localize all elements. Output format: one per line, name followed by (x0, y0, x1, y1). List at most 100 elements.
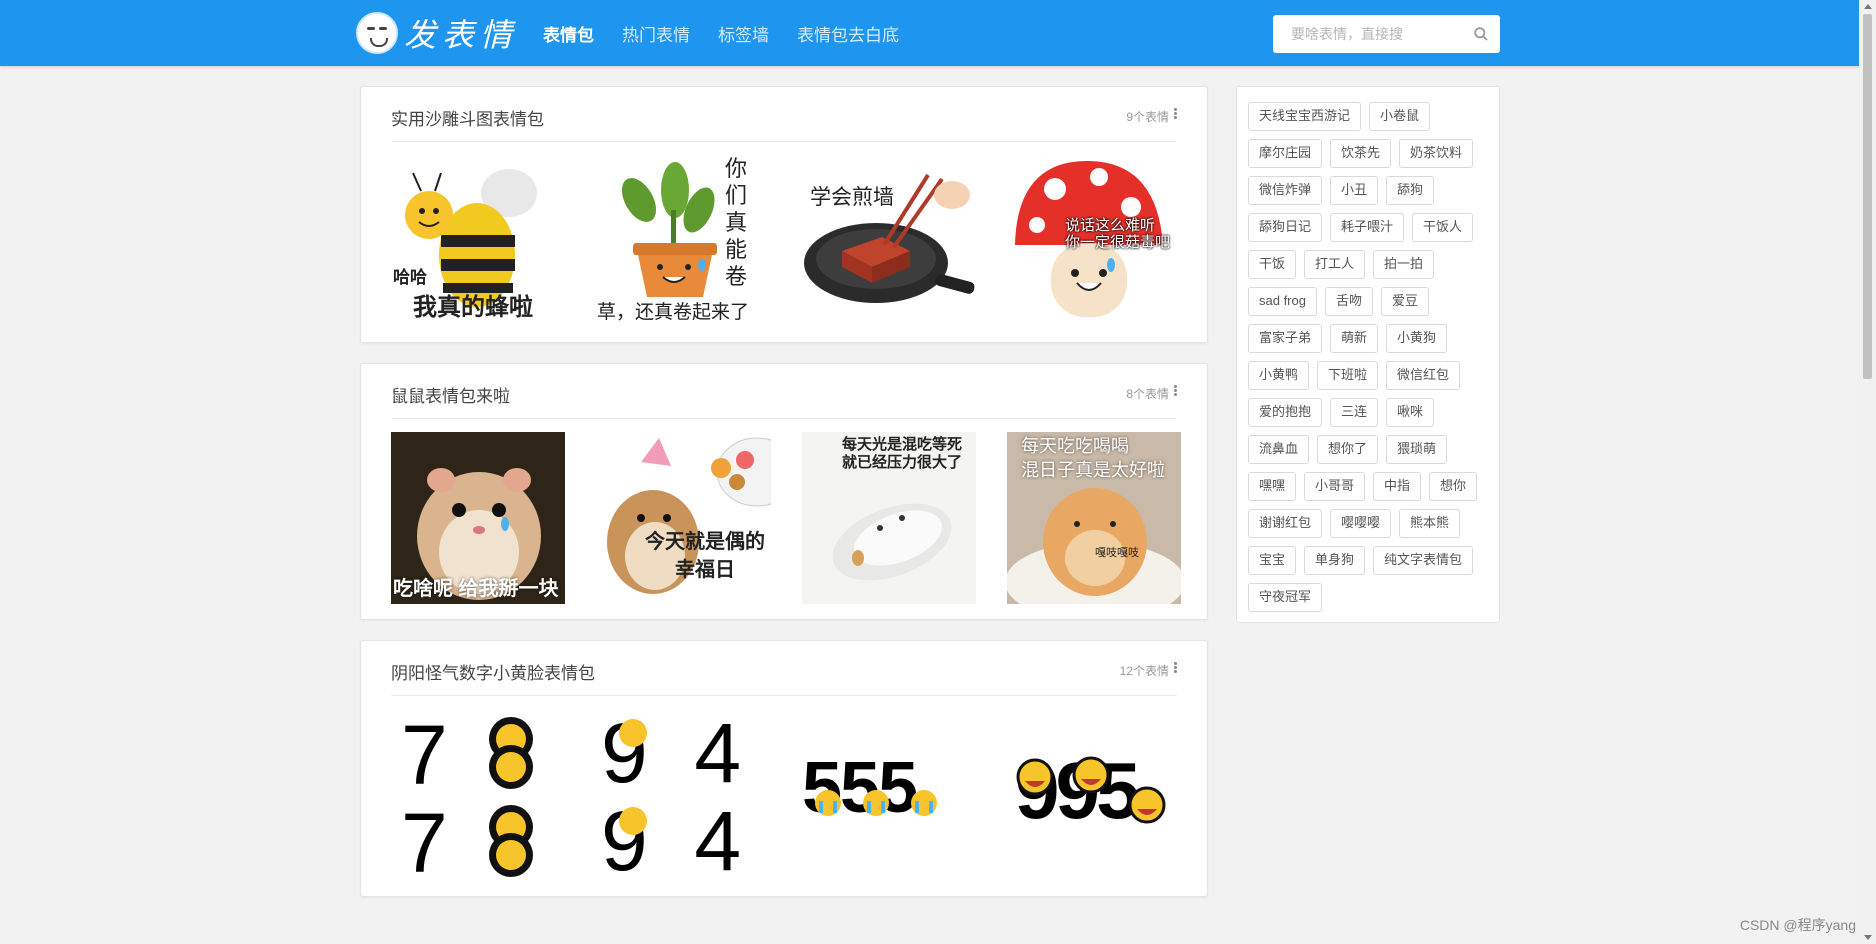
sticker-thumbnail[interactable]: 你们真能卷 草，还真卷起来了 (597, 155, 771, 327)
caption: 我真的蜂啦 (413, 294, 533, 321)
nav-item-hot[interactable]: 热门表情 (622, 21, 690, 46)
logo-text: 发表情 (404, 16, 519, 54)
tag-item[interactable]: 舌吻 (1324, 287, 1373, 316)
tag-item[interactable]: 下班啦 (1317, 361, 1379, 390)
sticker-thumbnail[interactable]: 每天吃吃喝喝 混日子真是太好啦 嘎吱嘎吱 (1007, 432, 1181, 604)
tag-item[interactable]: 熊本熊 (1399, 509, 1461, 538)
top-navbar: 发表情 表情包 热门表情 标签墙 表情包去白底 (0, 0, 1876, 66)
tag-item[interactable]: 想你了 (1317, 435, 1379, 464)
tag-item[interactable]: 富家子弟 (1248, 324, 1323, 353)
sticker-thumbnail[interactable]: 今天就是偶的 幸福日 (597, 432, 771, 604)
sticker-thumbnail[interactable]: 77 (391, 709, 565, 881)
site-logo[interactable]: 发表情 (356, 11, 518, 55)
search-box (1273, 15, 1500, 53)
album-title[interactable]: 阴阳怪气数字小黄脸表情包 (391, 659, 595, 684)
tag-item[interactable]: 嘿嘿 (1248, 472, 1297, 501)
sticker-thumbnail[interactable]: 哈哈 我真的蜂啦 (391, 155, 565, 327)
tag-item[interactable]: 小黄狗 (1386, 324, 1448, 353)
tag-item[interactable]: 微信红包 (1386, 361, 1461, 390)
tag-item[interactable]: 嘤嘤嘤 (1330, 509, 1392, 538)
sticker-thumbnail[interactable]: 学会煎墙 (802, 155, 976, 327)
grinning-face-icon (489, 717, 533, 877)
album-thumbnails: 77 9 49 4 555 995 (391, 709, 1181, 881)
tag-item[interactable]: 单身狗 (1304, 546, 1366, 575)
search-input[interactable] (1289, 15, 1473, 53)
crying-face-icon (815, 790, 937, 816)
tag-sidebar: 天线宝宝西游记 小卷鼠摩尔庄园 饮茶先 奶茶饮料微信炸弹 小丑 舔狗舔狗日记 耗子喂汁 干饭人… (1236, 86, 1500, 623)
nav-item-tag-wall[interactable]: 标签墙 (718, 21, 769, 46)
tag-item[interactable]: 爱豆 (1381, 287, 1430, 316)
sticker-thumbnail[interactable]: 555 (802, 709, 976, 881)
tag-item[interactable]: 守夜冠军 (1248, 583, 1323, 612)
scroll-up-icon[interactable] (1864, 4, 1872, 9)
tag-item[interactable]: 打工人 (1304, 250, 1366, 279)
main-nav: 表情包 热门表情 标签墙 表情包去白底 (543, 0, 927, 66)
sticker-thumbnail[interactable]: 吃啥呢 给我掰一块 (391, 432, 565, 604)
sticker-thumbnail[interactable]: 说话这么难听 你一定很菇毒吧 (1007, 155, 1181, 327)
scroll-down-icon[interactable] (1864, 935, 1872, 940)
tag-item[interactable]: 舔狗 (1386, 176, 1435, 205)
tag-list: 天线宝宝西游记 小卷鼠摩尔庄园 饮茶先 奶茶饮料微信炸弹 小丑 舔狗舔狗日记 耗子喂汁 干饭人… (1248, 102, 1488, 620)
tag-item[interactable]: 小哥哥 (1304, 472, 1366, 501)
tag-item[interactable]: 舔狗日记 (1248, 213, 1323, 242)
grinning-face-icon (619, 719, 647, 835)
more-icon[interactable] (1174, 108, 1177, 120)
more-icon[interactable] (1174, 385, 1177, 397)
caption: 哈哈 (393, 268, 427, 287)
caption: 学会煎墙 (810, 186, 894, 209)
album-card[interactable]: 实用沙雕斗图表情包 9个表情 哈哈 我真的蜂啦 你 们 真 能 卷 草，还真卷起… (360, 86, 1208, 343)
nav-item-stickers[interactable]: 表情包 (543, 21, 594, 46)
nav-item-remove-white[interactable]: 表情包去白底 (797, 21, 899, 46)
search-icon[interactable] (1474, 27, 1488, 41)
tag-item[interactable]: sad frog (1248, 287, 1317, 316)
album-title[interactable]: 鼠鼠表情包来啦 (391, 382, 510, 407)
tag-item[interactable]: 微信炸弹 (1248, 176, 1323, 205)
caption: 今天就是偶的 幸福日 (645, 531, 765, 581)
sticker-thumbnail[interactable]: 9 49 4 (597, 709, 771, 881)
tag-item[interactable]: 拍一拍 (1373, 250, 1435, 279)
tag-item[interactable]: 啾咪 (1386, 398, 1435, 427)
album-thumbnails: 哈哈 我真的蜂啦 你们真能卷 草，还真卷起来了 学会煎墙 说话这么难听 你一定很… (391, 155, 1181, 327)
scrollbar[interactable] (1859, 0, 1876, 944)
caption: 77 (401, 709, 448, 881)
caption: 说话这么难听 你一定很菇毒吧 (1065, 217, 1171, 251)
tag-item[interactable]: 谢谢红包 (1248, 509, 1323, 538)
sticker-thumbnail[interactable]: 每天光是混吃等死 就已经压力很大了 (802, 432, 976, 604)
tag-item[interactable]: 三连 (1330, 398, 1379, 427)
logo-face-icon (356, 12, 398, 54)
album-count: 8个表情 (1126, 387, 1169, 401)
tag-item[interactable]: 摩尔庄园 (1248, 139, 1323, 168)
tag-item[interactable]: 中指 (1373, 472, 1422, 501)
tag-item[interactable]: 爱的抱抱 (1248, 398, 1323, 427)
tag-item[interactable]: 干饭人 (1412, 213, 1474, 242)
album-header: 实用沙雕斗图表情包 9个表情 (391, 87, 1177, 142)
tag-item[interactable]: 宝宝 (1248, 546, 1297, 575)
scrollbar-thumb[interactable] (1863, 14, 1872, 379)
tag-item[interactable]: 流鼻血 (1248, 435, 1310, 464)
tag-item[interactable]: 想你 (1429, 472, 1478, 501)
caption: 草，还真卷起来了 (597, 302, 750, 323)
tag-item[interactable]: 干饭 (1248, 250, 1297, 279)
album-thumbnails: 吃啥呢 给我掰一块 今天就是偶的 幸福日 每天光是混吃等死 就已经压力很大了 每… (391, 432, 1181, 604)
tag-item[interactable]: 小卷鼠 (1369, 102, 1431, 131)
album-title[interactable]: 实用沙雕斗图表情包 (391, 105, 544, 130)
sticker-thumbnail[interactable]: 995 (1007, 709, 1181, 881)
tag-item[interactable]: 小丑 (1330, 176, 1379, 205)
more-icon[interactable] (1174, 662, 1177, 674)
tag-item[interactable]: 耗子喂汁 (1330, 213, 1405, 242)
album-card[interactable]: 阴阳怪气数字小黄脸表情包 12个表情 77 9 49 4 555 995 (360, 640, 1208, 897)
tag-item[interactable]: 纯文字表情包 (1373, 546, 1474, 575)
album-count: 9个表情 (1126, 110, 1169, 124)
tag-item[interactable]: 饮茶先 (1330, 139, 1392, 168)
tag-item[interactable]: 天线宝宝西游记 (1248, 102, 1362, 131)
caption: 吃啥呢 给我掰一块 (393, 578, 559, 600)
caption: 嘎吱嘎吱 (1095, 547, 1139, 559)
album-card[interactable]: 鼠鼠表情包来啦 8个表情 吃啥呢 给我掰一块 今天就是偶的 幸福日 每天光是混吃… (360, 363, 1208, 620)
tag-item[interactable]: 奶茶饮料 (1399, 139, 1474, 168)
caption: 每天光是混吃等死 就已经压力很大了 (842, 436, 963, 471)
tag-item[interactable]: 猥琐萌 (1386, 435, 1448, 464)
watermark: CSDN @程序yang (1739, 917, 1856, 933)
tag-item[interactable]: 小黄鸭 (1248, 361, 1310, 390)
tag-item[interactable]: 萌新 (1330, 324, 1379, 353)
caption: 每天吃吃喝喝 混日子真是太好啦 (1021, 436, 1165, 480)
